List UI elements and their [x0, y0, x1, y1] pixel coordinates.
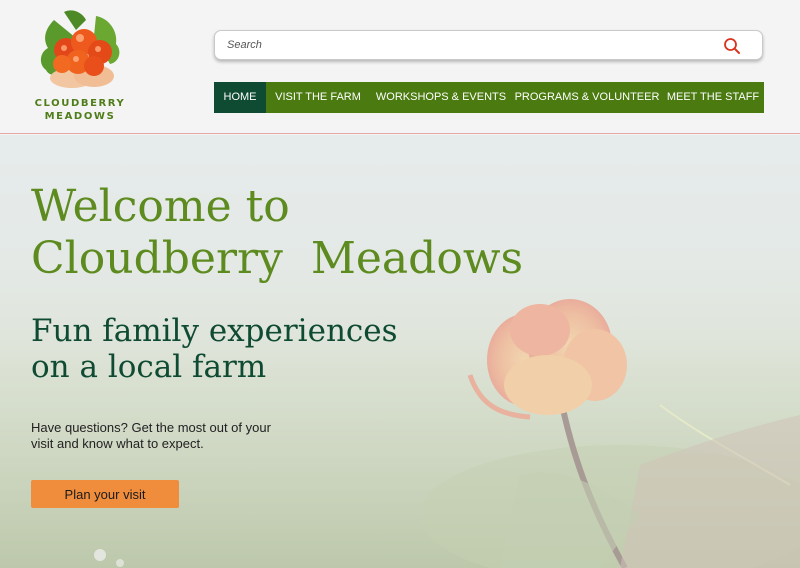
search-input[interactable] [227, 35, 707, 55]
brand-name-line1: CLOUDBERRY [34, 98, 126, 109]
nav-meet-the-staff[interactable]: MEET THE STAFF [662, 82, 764, 113]
hero-blurb: Have questions? Get the most out of your… [31, 420, 271, 451]
hero-subtitle: Fun family experiences on a local farm [31, 313, 398, 385]
site-header: CLOUDBERRY MEADOWS HOME VISIT THE FARM W… [0, 0, 800, 134]
plan-your-visit-button[interactable]: Plan your visit [31, 480, 179, 508]
search-bar [214, 30, 763, 60]
main-nav: HOME VISIT THE FARM WORKSHOPS & EVENTS P… [214, 82, 764, 113]
nav-programs-volunteer[interactable]: PROGRAMS & VOLUNTEER [512, 82, 662, 113]
brand-logo[interactable]: CLOUDBERRY MEADOWS [30, 8, 130, 124]
brand-name-line2: MEADOWS [44, 111, 116, 122]
nav-home[interactable]: HOME [214, 82, 266, 113]
nav-workshops-events[interactable]: WORKSHOPS & EVENTS [370, 82, 512, 113]
cloudberry-logo-icon [40, 10, 120, 88]
nav-visit-the-farm[interactable]: VISIT THE FARM [266, 82, 370, 113]
hero-title: Welcome to Cloudberry Meadows [31, 181, 524, 284]
hero-section: Welcome to Cloudberry Meadows Fun family… [0, 135, 800, 568]
search-icon[interactable] [723, 37, 741, 55]
brand-name: CLOUDBERRY MEADOWS [30, 97, 130, 123]
